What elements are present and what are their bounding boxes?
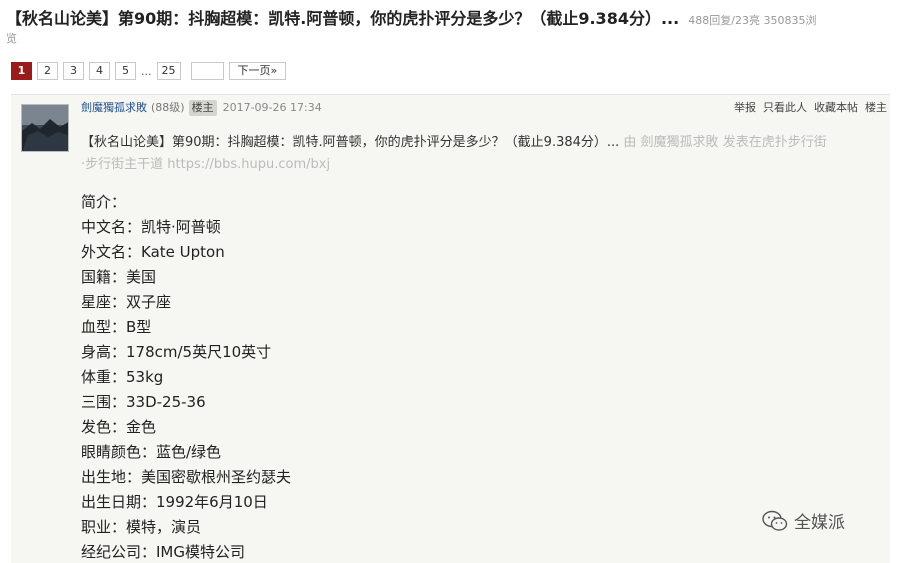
body-line: 国籍：美国: [81, 268, 157, 286]
page-last-button[interactable]: 25: [156, 62, 181, 80]
thread-stats-continued: 览: [6, 32, 17, 45]
post-actions: 举报 只看此人 收藏本帖 楼主: [734, 100, 887, 116]
quote-title: 【秋名山论美】第90期：抖胸超模：凯特.阿普顿，你的虎扑评分是多少？（截止9.3…: [81, 135, 620, 150]
page-3-button[interactable]: 3: [63, 62, 84, 80]
page-ellipsis: ...: [141, 64, 152, 78]
only-this-author-link[interactable]: 只看此人: [763, 100, 807, 116]
body-line: 外文名：Kate Upton: [81, 243, 225, 261]
body-line: 眼睛颜色：蓝色/绿色: [81, 443, 222, 461]
post-body: 简介： 中文名：凯特·阿普顿 外文名：Kate Upton 国籍：美国 星座：双…: [81, 190, 291, 563]
post-time: 2017-09-26 17:34: [222, 101, 322, 114]
author-level: (88级): [151, 101, 185, 114]
floor-label: 楼主: [865, 101, 887, 114]
body-line: 职业：模特，演员: [81, 518, 202, 536]
page-4-button[interactable]: 4: [89, 62, 110, 80]
body-line: 中文名：凯特·阿普顿: [81, 218, 221, 236]
watermark: 全媒派: [762, 508, 845, 533]
page-2-button[interactable]: 2: [37, 62, 58, 80]
post-meta: 劍魔獨孤求敗 (88级) 楼主 2017-09-26 17:34: [81, 100, 322, 116]
body-line: 血型：B型: [81, 318, 152, 336]
thread-stats: 488回复/23亮 350835浏: [688, 14, 817, 27]
thread-header: 【秋名山论美】第90期：抖胸超模：凯特.阿普顿，你的虎扑评分是多少？（截止9.3…: [6, 8, 898, 47]
body-line: 体重：53kg: [81, 368, 164, 386]
thread-title[interactable]: 【秋名山论美】第90期：抖胸超模：凯特.阿普顿，你的虎扑评分是多少？（截止9.3…: [6, 9, 679, 28]
watermark-text: 全媒派: [794, 513, 845, 533]
body-line: 简介：: [81, 193, 127, 211]
pagination: 1 2 3 4 5 ... 25 下一页»: [11, 62, 287, 80]
op-badge: 楼主: [188, 100, 217, 116]
body-line: 星座：双子座: [81, 293, 172, 311]
body-line: 出生地：美国密歇根州圣约瑟夫: [81, 468, 292, 486]
page-jump-input[interactable]: [190, 62, 224, 80]
body-line: 出生日期：1992年6月10日: [81, 493, 268, 511]
body-line: 身高：178cm/5英尺10英寸: [81, 343, 272, 361]
wechat-icon: [762, 510, 788, 531]
quote-source: 由 劍魔獨孤求敗 发表在虎扑步行街: [619, 135, 827, 150]
page-5-button[interactable]: 5: [115, 62, 136, 80]
page-1-button[interactable]: 1: [11, 62, 32, 80]
body-line: 发色：金色: [81, 418, 157, 436]
quote-link[interactable]: ·步行街主干道 https://bbs.hupu.com/bxj: [81, 157, 330, 172]
report-link[interactable]: 举报: [734, 100, 756, 116]
body-line: 三围：33D-25-36: [81, 393, 206, 411]
quote-block: 【秋名山论美】第90期：抖胸超模：凯特.阿普顿，你的虎扑评分是多少？（截止9.3…: [81, 132, 886, 176]
favorite-link[interactable]: 收藏本帖: [814, 100, 858, 116]
body-line: 经纪公司：IMG模特公司: [81, 543, 245, 561]
next-page-button[interactable]: 下一页»: [228, 62, 287, 80]
post-container: 劍魔獨孤求敗 (88级) 楼主 2017-09-26 17:34 举报 只看此人…: [11, 94, 890, 563]
author-link[interactable]: 劍魔獨孤求敗: [81, 100, 147, 116]
avatar[interactable]: [21, 104, 69, 152]
avatar-image: [22, 105, 68, 151]
